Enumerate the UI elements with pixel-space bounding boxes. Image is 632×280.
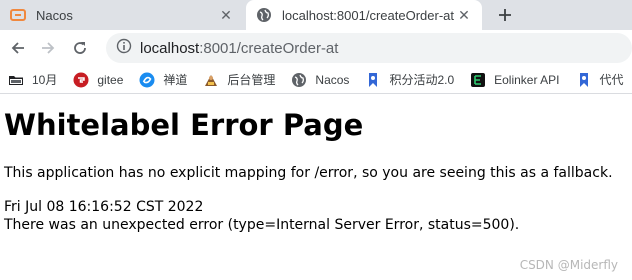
new-tab-button[interactable]: [494, 4, 516, 26]
bookmark-label: 禅道: [163, 73, 188, 87]
bookmark-label: 代代: [599, 73, 624, 87]
back-button[interactable]: [6, 36, 30, 60]
bookmark-blue-icon: [365, 72, 381, 88]
eolinker-icon: [470, 72, 486, 88]
error-details: There was an unexpected error (type=Inte…: [4, 217, 520, 233]
admin-icon: [203, 72, 219, 88]
bookmark-label: Eolinker API: [494, 72, 560, 87]
url-path: :8001/createOrder-at: [199, 39, 339, 57]
bookmark-label: 10月: [32, 73, 58, 87]
page-title: Whitelabel Error Page: [4, 108, 364, 142]
reload-button[interactable]: [68, 36, 92, 60]
bookmark-eolinker[interactable]: Eolinker API: [470, 72, 560, 88]
bookmark-label: gitee: [97, 72, 124, 87]
reload-icon: [74, 42, 86, 54]
forward-button[interactable]: [36, 36, 60, 60]
bookmark-label: Nacos: [315, 72, 350, 87]
error-timestamp: Fri Jul 08 16:16:52 CST 2022: [4, 199, 204, 215]
globe-icon: [256, 7, 272, 23]
error-message: This application has no explicit mapping…: [4, 165, 613, 181]
nacos-icon: [10, 7, 26, 23]
browser-toolbar: localhost:8001/createOrder-at: [0, 30, 632, 66]
watermark: CSDN @Miderfly: [519, 258, 618, 272]
bookmark-label: 积分活动2.0: [389, 73, 455, 87]
arrow-right-icon: [42, 42, 55, 54]
tab-strip: Nacos ✕ localhost:8001/createOrder-at ✕: [0, 0, 632, 30]
bookmark-zentao[interactable]: 禅道: [139, 71, 187, 88]
bookmark-blue-icon: [576, 72, 592, 88]
gitee-icon: [73, 72, 89, 88]
bookmark-daidai[interactable]: 代代: [576, 71, 624, 88]
folder-icon: [8, 72, 24, 88]
bookmark-gitee[interactable]: gitee: [73, 72, 123, 88]
address-bar[interactable]: localhost:8001/createOrder-at: [106, 33, 632, 63]
bookmark-label: 后台管理: [227, 73, 276, 87]
url-text[interactable]: localhost:8001/createOrder-at: [140, 40, 338, 57]
arrow-left-icon: [11, 42, 24, 54]
bookmark-admin[interactable]: 后台管理: [203, 71, 275, 88]
bookmark-10yue[interactable]: 10月: [8, 71, 57, 88]
close-icon[interactable]: ✕: [218, 7, 234, 23]
url-host: localhost: [140, 39, 200, 57]
page-content: Whitelabel Error Page This application h…: [0, 95, 632, 280]
tab-localhost[interactable]: localhost:8001/createOrder-at ✕: [246, 0, 482, 30]
tab-title: localhost:8001/createOrder-at: [282, 7, 454, 23]
close-icon[interactable]: ✕: [456, 7, 472, 23]
bookmark-jifen[interactable]: 积分活动2.0: [365, 71, 454, 88]
tab-title: Nacos: [36, 7, 73, 23]
zentao-icon: [139, 72, 155, 88]
bookmarks-bar: 10月 gitee 禅道 后台管理 Nacos 积分活动2.0 Eolinker…: [0, 66, 632, 94]
info-icon[interactable]: [116, 38, 132, 59]
globe-icon: [291, 72, 307, 88]
tab-nacos[interactable]: Nacos ✕: [0, 0, 244, 30]
bookmark-nacos[interactable]: Nacos: [291, 72, 349, 88]
